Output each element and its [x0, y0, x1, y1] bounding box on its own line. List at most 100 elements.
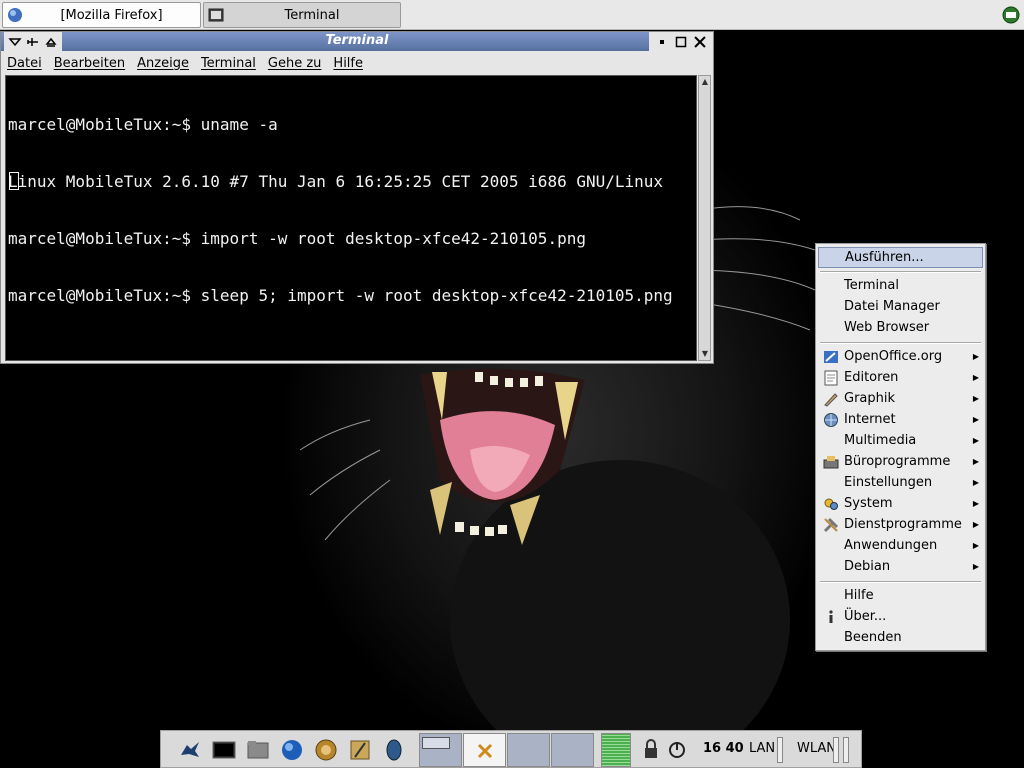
terminal-line: Linux MobileTux 2.6.10 #7 Thu Jan 6 16:2… — [8, 172, 664, 191]
menu-item-einstellungen[interactable]: Einstellungen ▶ — [818, 472, 983, 493]
office-icon — [822, 454, 840, 470]
power-icon[interactable] — [667, 737, 687, 763]
menu-item-internet[interactable]: Internet ▶ — [818, 409, 983, 430]
task-button-terminal[interactable]: Terminal — [203, 2, 401, 28]
terminal-output[interactable]: marcel@MobileTux:~$ uname -a Linux Mobil… — [5, 75, 697, 361]
close-icon[interactable] — [693, 35, 707, 49]
wlan-meter — [843, 737, 849, 763]
menu-item-label: OpenOffice.org — [844, 349, 943, 364]
wlan-label: WLAN — [797, 741, 837, 756]
file-manager-icon[interactable] — [245, 737, 271, 763]
menu-item-datei-manager[interactable]: Datei Manager — [818, 296, 983, 317]
scroll-down-icon[interactable]: ▼ — [700, 349, 710, 359]
system-icon — [822, 496, 840, 512]
menu-item-label: Multimedia — [844, 433, 917, 448]
menu-item-label: System — [844, 496, 893, 511]
submenu-arrow-icon: ▶ — [972, 394, 979, 403]
menu-item-über[interactable]: Über... — [818, 606, 983, 627]
tools-icon — [822, 517, 840, 533]
submenu-arrow-icon: ▶ — [972, 520, 979, 529]
menu-separator — [820, 342, 981, 344]
scrollbar[interactable]: ▲ ▼ — [698, 75, 711, 361]
menu-item-label: Graphik — [844, 391, 896, 406]
menu-item-graphik[interactable]: Graphik ▶ — [818, 388, 983, 409]
submenu-arrow-icon: ▶ — [972, 373, 979, 382]
menu-icon-slot — [822, 630, 840, 646]
sound-icon[interactable] — [381, 737, 407, 763]
menu-icon-slot — [822, 299, 840, 315]
menu-item-label: Datei Manager — [844, 299, 940, 314]
menu-separator — [820, 581, 981, 583]
menu-anzeige[interactable]: Anzeige — [137, 56, 189, 71]
cpu-monitor — [601, 733, 631, 767]
menu-item-label: Über... — [844, 609, 887, 624]
terminal-launcher-icon[interactable] — [211, 737, 237, 763]
terminal-line: marcel@MobileTux:~$ uname -a — [8, 115, 278, 134]
maximize-icon[interactable] — [674, 35, 688, 49]
task-label: Terminal — [284, 7, 340, 23]
menu-item-beenden[interactable]: Beenden — [818, 627, 983, 648]
menu-terminal[interactable]: Terminal — [201, 56, 256, 71]
menu-item-label: Dienstprogramme — [844, 517, 962, 532]
submenu-arrow-icon: ▶ — [972, 436, 979, 445]
lock-icon[interactable] — [641, 737, 661, 763]
close-workspace-icon — [477, 743, 493, 759]
menu-item-label: Einstellungen — [844, 475, 933, 490]
menu-bearbeiten[interactable]: Bearbeiten — [54, 56, 125, 71]
firefox-icon — [8, 8, 22, 22]
globe-icon — [822, 412, 840, 428]
terminal-line: marcel@MobileTux:~$ sleep 5; import -w r… — [8, 286, 673, 305]
menu-item-dienstprogramme[interactable]: Dienstprogramme ▶ — [818, 514, 983, 535]
menu-item-büroprogramme[interactable]: Büroprogramme ▶ — [818, 451, 983, 472]
menu-item-hilfe[interactable]: Hilfe — [818, 585, 983, 606]
workspace-4[interactable] — [551, 733, 594, 767]
network-tray-icon[interactable] — [1002, 6, 1020, 24]
titlebar[interactable]: Terminal — [1, 32, 713, 51]
scroll-up-icon[interactable]: ▲ — [700, 77, 710, 87]
editor-icon — [822, 370, 840, 386]
menu-icon-slot — [822, 278, 840, 294]
menu-item-label: Büroprogramme — [844, 454, 951, 469]
submenu-arrow-icon: ▶ — [972, 415, 979, 424]
desktop: [Mozilla Firefox] Terminal Terminal Date… — [0, 0, 1024, 768]
submenu-arrow-icon: ▶ — [972, 352, 979, 361]
menu-icon-slot — [822, 475, 840, 491]
workspace-1[interactable] — [419, 733, 462, 767]
menu-item-openoffice-org[interactable]: OpenOffice.org ▶ — [818, 346, 983, 367]
menu-item-debian[interactable]: Debian ▶ — [818, 556, 983, 577]
menu-item-terminal[interactable]: Terminal — [818, 275, 983, 296]
menu-datei[interactable]: Datei — [7, 56, 42, 71]
terminal-line: marcel@MobileTux:~$ import -w root deskt… — [8, 229, 586, 248]
menu-item-label: Ausführen... — [845, 250, 924, 265]
task-button-firefox[interactable]: [Mozilla Firefox] — [2, 2, 201, 28]
menu-item-system[interactable]: System ▶ — [818, 493, 983, 514]
menu-item-label: Terminal — [844, 278, 899, 293]
menu-item-editoren[interactable]: Editoren ▶ — [818, 367, 983, 388]
menu-hilfe[interactable]: Hilfe — [333, 56, 363, 71]
wlan-meter — [833, 737, 839, 763]
menu-item-label: Hilfe — [844, 588, 874, 603]
menu-item-label: Beenden — [844, 630, 902, 645]
submenu-arrow-icon: ▶ — [972, 478, 979, 487]
minimize-icon[interactable] — [655, 35, 669, 49]
menu-gehe-zu[interactable]: Gehe zu — [268, 56, 322, 71]
workspace-3[interactable] — [507, 733, 550, 767]
multimedia-icon[interactable] — [347, 737, 373, 763]
submenu-arrow-icon: ▶ — [972, 562, 979, 571]
menu-item-ausführen[interactable]: Ausführen... — [818, 247, 983, 268]
info-icon — [822, 609, 840, 625]
xfce-mouse-icon[interactable] — [177, 737, 203, 763]
openoffice-icon — [822, 349, 840, 365]
lan-label: LAN — [749, 741, 776, 756]
workspace-2[interactable] — [463, 733, 506, 767]
graphics-icon — [822, 391, 840, 407]
menu-icon-slot — [822, 320, 840, 336]
menu-item-multimedia[interactable]: Multimedia ▶ — [818, 430, 983, 451]
menu-item-web-browser[interactable]: Web Browser — [818, 317, 983, 338]
menu-item-anwendungen[interactable]: Anwendungen ▶ — [818, 535, 983, 556]
clock[interactable]: 16 40 — [703, 741, 744, 756]
web-browser-icon[interactable] — [279, 737, 305, 763]
menu-item-label: Editoren — [844, 370, 899, 385]
settings-icon[interactable] — [313, 737, 339, 763]
desktop-menu: Ausführen... Terminal Datei Manager Web Bro… — [815, 243, 986, 651]
